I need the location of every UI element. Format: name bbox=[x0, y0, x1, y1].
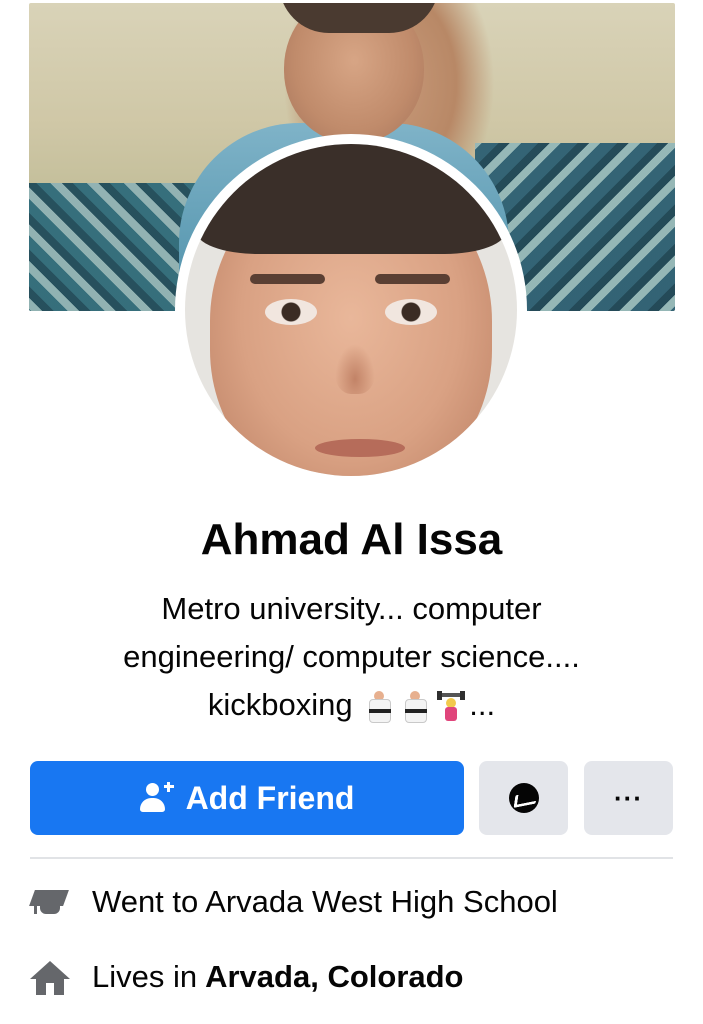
weight-lifting-icon bbox=[437, 690, 466, 723]
add-friend-icon bbox=[139, 781, 174, 815]
martial-arts-uniform-icon bbox=[365, 690, 393, 723]
bio-line: Metro university... computer bbox=[161, 591, 542, 626]
avatar-eye bbox=[265, 299, 317, 325]
more-icon: ··· bbox=[614, 782, 643, 813]
bio-line-text: kickboxing bbox=[207, 687, 353, 722]
more-options-button[interactable]: ··· bbox=[584, 761, 673, 835]
avatar-hair bbox=[195, 144, 507, 254]
bio-line: kickboxing ... bbox=[60, 681, 643, 729]
martial-arts-uniform-icon bbox=[401, 690, 429, 723]
home-icon bbox=[30, 959, 70, 995]
lives-place-link[interactable]: Arvada, Colorado bbox=[205, 959, 463, 995]
avatar-nose bbox=[335, 344, 375, 394]
bio-ellipsis: ... bbox=[469, 687, 496, 722]
profile-name: Ahmad Al Issa bbox=[200, 515, 503, 564]
profile-avatar[interactable] bbox=[185, 144, 517, 476]
avatar-mouth bbox=[315, 439, 405, 457]
lives-prefix: Lives in bbox=[92, 959, 198, 994]
messenger-icon bbox=[508, 783, 539, 813]
divider bbox=[30, 857, 673, 859]
location-row: Lives in Arvada, Colorado bbox=[30, 952, 673, 1002]
profile-bio: Metro university... computer engineering… bbox=[60, 585, 643, 729]
add-friend-label: Add Friend bbox=[185, 779, 355, 816]
avatar-brow bbox=[250, 274, 325, 284]
bio-line: engineering/ computer science.... bbox=[123, 639, 580, 674]
graduation-cap-icon bbox=[29, 884, 70, 920]
add-friend-button[interactable]: Add Friend bbox=[30, 761, 464, 835]
education-text: Went to Arvada West High School bbox=[92, 884, 558, 919]
education-row: Went to Arvada West High School bbox=[29, 877, 673, 927]
avatar-brow bbox=[375, 274, 450, 284]
message-button[interactable] bbox=[479, 761, 568, 835]
avatar-eye bbox=[385, 299, 437, 325]
